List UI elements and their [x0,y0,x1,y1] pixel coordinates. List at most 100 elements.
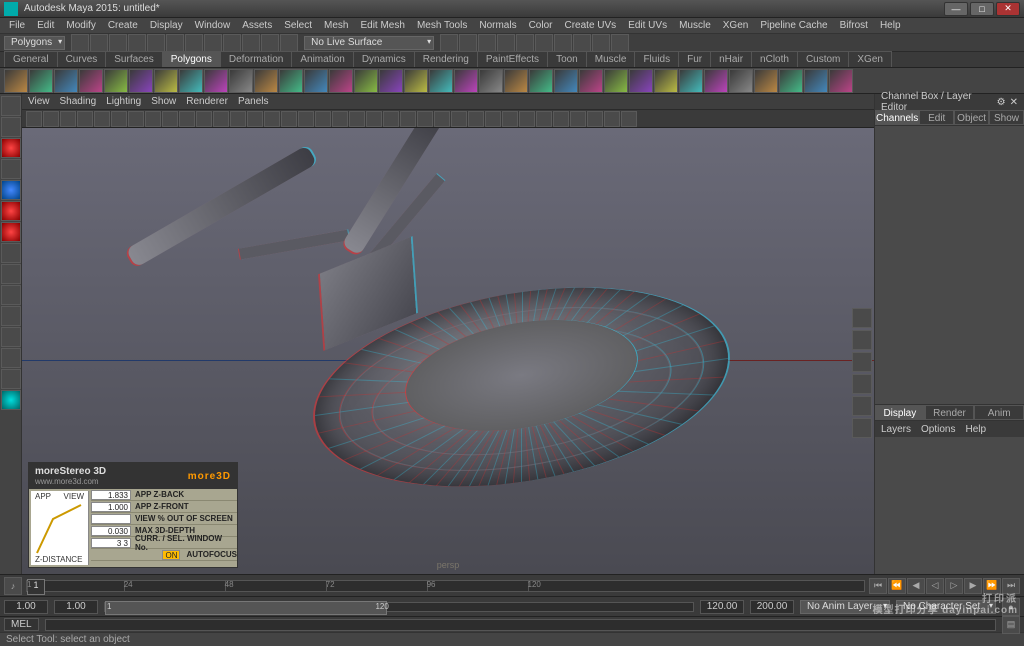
panel-icon-23[interactable] [417,111,433,127]
shelf-button-27[interactable] [679,69,703,93]
mode-selector[interactable]: Polygons [4,36,65,50]
shelf-button-4[interactable] [104,69,128,93]
perspective-viewport[interactable]: persp moreStereo 3D www.more3d.com more3… [22,128,874,574]
viewport-handle-3[interactable] [852,374,872,394]
viewport-handle-0[interactable] [852,308,872,328]
status-icon-0[interactable] [71,34,89,52]
menu-xgen[interactable]: XGen [718,20,754,31]
shelf-button-2[interactable] [54,69,78,93]
tab-anim[interactable]: Anim [974,405,1024,420]
panel-icon-28[interactable] [502,111,518,127]
gear-icon[interactable]: ⚙ [997,97,1006,108]
tool-button-8[interactable] [1,264,21,284]
status-icon-4[interactable] [147,34,165,52]
shelf-button-32[interactable] [804,69,828,93]
panel-icon-21[interactable] [383,111,399,127]
shelf-tab-dynamics[interactable]: Dynamics [353,51,415,67]
menu-bifrost[interactable]: Bifrost [835,20,873,31]
shelf-button-18[interactable] [454,69,478,93]
shelf-tab-surfaces[interactable]: Surfaces [105,51,162,67]
panel-menu-lighting[interactable]: Lighting [106,96,141,107]
panel-icon-2[interactable] [60,111,76,127]
tool-button-4[interactable] [1,180,21,200]
panel-icon-10[interactable] [196,111,212,127]
status2-icon-3[interactable] [497,34,515,52]
menu-normals[interactable]: Normals [474,20,521,31]
live-surface[interactable]: No Live Surface [304,36,434,50]
range-out[interactable]: 120.00 [700,600,744,614]
panel-icon-20[interactable] [366,111,382,127]
menu-select[interactable]: Select [279,20,317,31]
layer-menu-layers[interactable]: Layers [881,424,911,435]
panel-icon-33[interactable] [587,111,603,127]
status-icon-8[interactable] [223,34,241,52]
panel-menu-renderer[interactable]: Renderer [186,96,228,107]
minimize-button[interactable]: — [944,2,968,16]
status-icon-11[interactable] [280,34,298,52]
menu-mesh[interactable]: Mesh [319,20,353,31]
shelf-tab-rendering[interactable]: Rendering [414,51,478,67]
layer-editor-body[interactable] [875,437,1024,574]
cmd-language[interactable]: MEL [4,618,39,631]
tool-button-2[interactable] [1,138,21,158]
panel-close-icon[interactable]: ✕ [1010,97,1018,108]
viewport-handle-4[interactable] [852,396,872,416]
panel-icon-13[interactable] [247,111,263,127]
menu-pipeline-cache[interactable]: Pipeline Cache [755,20,832,31]
tab-render[interactable]: Render [925,405,975,420]
panel-icon-27[interactable] [485,111,501,127]
shelf-button-30[interactable] [754,69,778,93]
shelf-button-15[interactable] [379,69,403,93]
panel-icon-12[interactable] [230,111,246,127]
status-icon-6[interactable] [185,34,203,52]
status2-icon-8[interactable] [592,34,610,52]
tool-button-1[interactable] [1,117,21,137]
shelf-button-10[interactable] [254,69,278,93]
panel-icon-31[interactable] [553,111,569,127]
panel-menu-panels[interactable]: Panels [238,96,269,107]
tool-button-5[interactable] [1,201,21,221]
panel-icon-9[interactable] [179,111,195,127]
shelf-button-6[interactable] [154,69,178,93]
hud-row[interactable]: 1.833APP Z-BACK [91,489,237,501]
maximize-button[interactable]: □ [970,2,994,16]
hud-row[interactable]: VIEW % OUT OF SCREEN [91,513,237,525]
status-icon-5[interactable] [166,34,184,52]
panel-icon-3[interactable] [77,111,93,127]
shelf-tab-muscle[interactable]: Muscle [586,51,636,67]
shelf-button-21[interactable] [529,69,553,93]
hud-row[interactable]: 1.000APP Z-FRONT [91,501,237,513]
command-input[interactable] [45,619,996,631]
shelf-tab-custom[interactable]: Custom [797,51,849,67]
shelf-tab-toon[interactable]: Toon [547,51,587,67]
status-icon-3[interactable] [128,34,146,52]
panel-icon-17[interactable] [315,111,331,127]
panel-icon-11[interactable] [213,111,229,127]
sound-icon[interactable]: ♪ [4,577,22,595]
shelf-tab-nhair[interactable]: nHair [710,51,752,67]
shelf-button-29[interactable] [729,69,753,93]
layer-menu-help[interactable]: Help [965,424,986,435]
shelf-button-33[interactable] [829,69,853,93]
shelf-button-31[interactable] [779,69,803,93]
shelf-button-3[interactable] [79,69,103,93]
menu-color[interactable]: Color [524,20,558,31]
shelf-button-25[interactable] [629,69,653,93]
panel-icon-0[interactable] [26,111,42,127]
panel-icon-14[interactable] [264,111,280,127]
shelf-button-16[interactable] [404,69,428,93]
status2-icon-7[interactable] [573,34,591,52]
range-track[interactable]: 1 120 [104,602,694,612]
panel-icon-26[interactable] [468,111,484,127]
status2-icon-9[interactable] [611,34,629,52]
menu-create-uvs[interactable]: Create UVs [559,20,621,31]
shelf-button-14[interactable] [354,69,378,93]
viewport-handle-1[interactable] [852,330,872,350]
time-slider[interactable]: ♪ 1 124487296120 ⏮⏪◀◁▷▶⏩⏭ [0,574,1024,596]
panel-icon-6[interactable] [128,111,144,127]
stereo-hud-panel[interactable]: moreStereo 3D www.more3d.com more3D APP … [28,462,238,568]
panel-icon-16[interactable] [298,111,314,127]
tab-edit[interactable]: Edit [919,110,954,125]
shelf-button-11[interactable] [279,69,303,93]
tool-button-11[interactable] [1,327,21,347]
